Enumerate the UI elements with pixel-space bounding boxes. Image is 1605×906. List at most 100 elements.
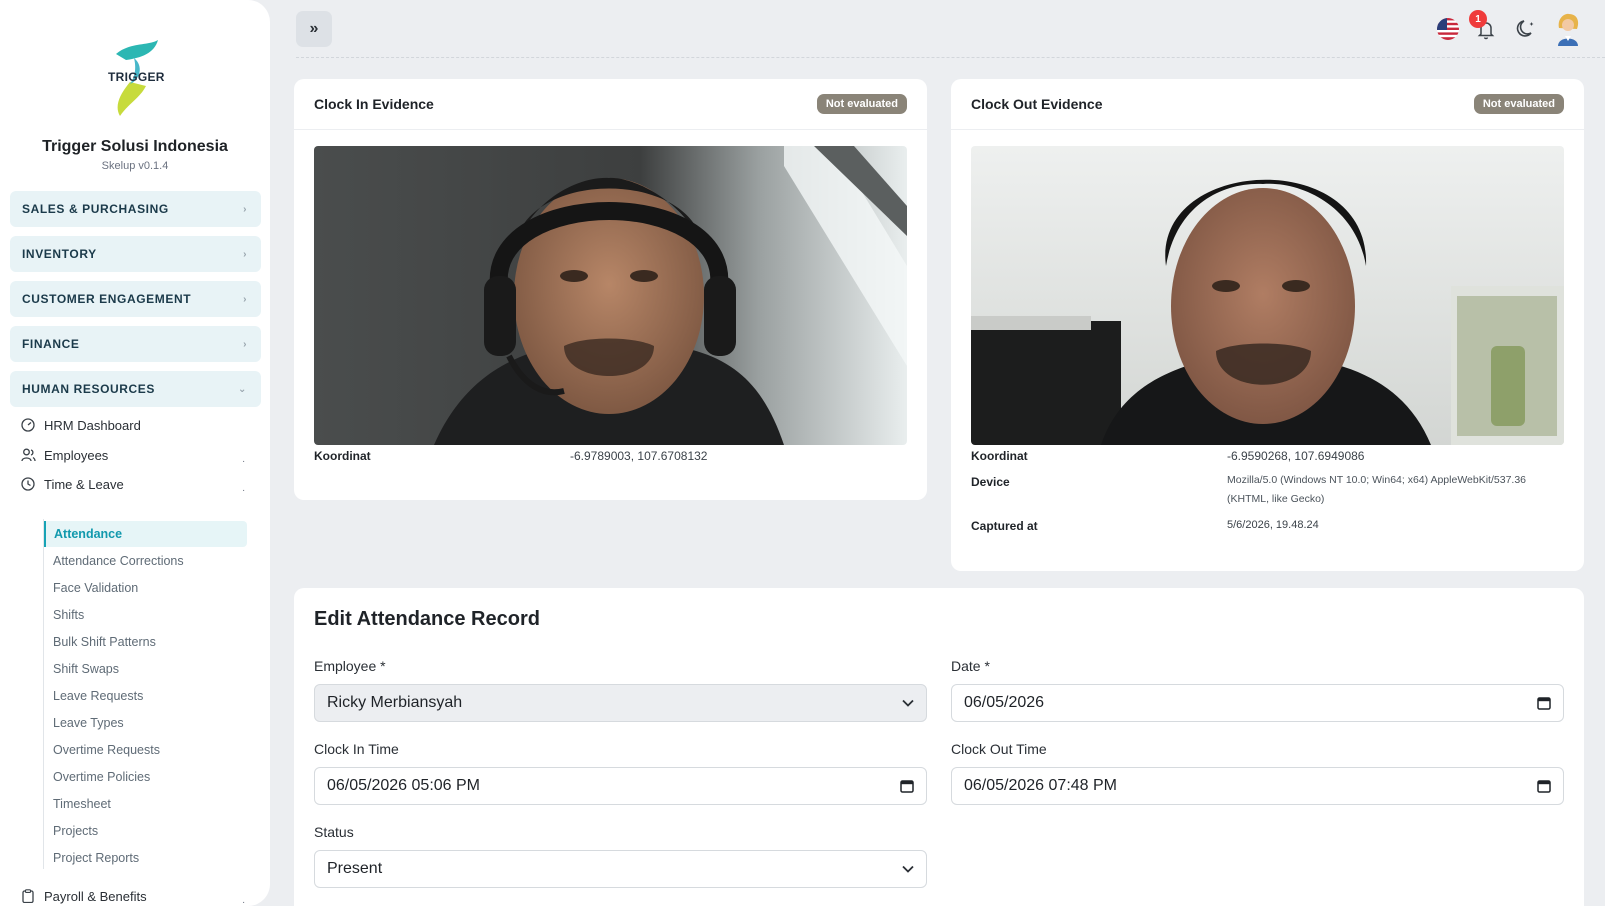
notifications-button[interactable]: 1 <box>1469 10 1499 42</box>
clock-in-evidence-card: Clock In Evidence Not evaluated Koordina… <box>294 79 927 500</box>
chevron-right-icon: › <box>243 293 247 305</box>
calendar-icon[interactable] <box>1537 696 1551 710</box>
sidebar-subitem-overtime-requests[interactable]: Overtime Requests <box>53 740 160 760</box>
card-header: Clock In Evidence Not evaluated <box>294 79 927 130</box>
sidebar-subitem-attendance[interactable]: Attendance <box>44 521 247 547</box>
clock-out-time-value: 06/05/2026 07:48 PM <box>964 777 1118 794</box>
expand-indicator-icon: . <box>242 454 245 465</box>
sidebar: TRIGGER Trigger Solusi Indonesia Skelup … <box>0 0 270 906</box>
coordinate-label: Koordinat <box>971 449 1028 463</box>
header-actions: 1 <box>1437 10 1583 46</box>
status-selected-value: Present <box>327 860 383 877</box>
app-version: Skelup v0.1.4 <box>101 160 169 172</box>
clock-out-photo[interactable] <box>971 146 1564 445</box>
device-value: Mozilla/5.0 (Windows NT 10.0; Win64; x64… <box>1227 474 1527 505</box>
clock-out-evidence-card: Clock Out Evidence Not evaluated Koordin… <box>951 79 1584 571</box>
chevron-down-icon: ⌄ <box>238 383 247 395</box>
expand-indicator-icon: . <box>242 483 245 494</box>
nav-section-human-resources[interactable]: HUMAN RESOURCES ⌄ <box>10 371 261 407</box>
sidebar-subitem-project-reports[interactable]: Project Reports <box>53 848 139 868</box>
clock-in-time-value: 06/05/2026 05:06 PM <box>327 777 481 794</box>
nav-section-finance[interactable]: FINANCE › <box>10 326 261 362</box>
moon-icon <box>1516 20 1534 37</box>
sidebar-item-label: HRM Dashboard <box>44 417 141 433</box>
edit-attendance-form-card: Edit Attendance Record Employee * Ricky … <box>294 588 1584 906</box>
date-input[interactable]: 06/05/2026 <box>951 684 1564 722</box>
date-value: 06/05/2026 <box>964 694 1045 711</box>
users-icon <box>20 447 36 463</box>
status-badge: Not evaluated <box>1473 94 1564 114</box>
clock-in-time-input[interactable]: 06/05/2026 05:06 PM <box>314 767 927 805</box>
clipboard-icon <box>20 888 36 904</box>
company-name: Trigger Solusi Indonesia <box>42 138 228 155</box>
nav-section-label: CUSTOMER ENGAGEMENT <box>22 292 192 306</box>
chevron-right-icon: › <box>243 248 247 260</box>
clock-in-photo[interactable] <box>314 146 907 445</box>
sidebar-subitem-shift-swaps[interactable]: Shift Swaps <box>53 659 119 679</box>
calendar-icon[interactable] <box>1537 779 1551 793</box>
sidebar-item-label: Time & Leave <box>44 476 124 492</box>
card-title: Clock In Evidence <box>314 96 434 112</box>
sidebar-subitem-leave-requests[interactable]: Leave Requests <box>53 686 143 706</box>
sidebar-subitem-timesheet[interactable]: Timesheet <box>53 794 111 814</box>
clock-out-time-input[interactable]: 06/05/2026 07:48 PM <box>951 767 1564 805</box>
sidebar-item-time-leave[interactable]: Time & Leave . <box>20 473 245 495</box>
submenu-rail <box>43 519 44 869</box>
sidebar-item-payroll-benefits[interactable]: Payroll & Benefits . <box>20 885 245 906</box>
expand-sidebar-button[interactable]: » <box>296 11 332 47</box>
sidebar-subitem-overtime-policies[interactable]: Overtime Policies <box>53 767 150 787</box>
notification-count-badge: 1 <box>1469 10 1487 28</box>
captured-at-value: 5/6/2026, 19.48.24 <box>1227 519 1319 531</box>
employee-select[interactable]: Ricky Merbiansyah <box>314 684 927 722</box>
coordinate-value: -6.9590268, 107.6949086 <box>1227 449 1365 463</box>
nav-section-label: INVENTORY <box>22 247 97 261</box>
sidebar-item-hrm-dashboard[interactable]: HRM Dashboard <box>20 414 245 436</box>
employee-selected-value: Ricky Merbiansyah <box>327 694 463 711</box>
nav-section-inventory[interactable]: INVENTORY › <box>10 236 261 272</box>
chevron-right-icon: › <box>243 338 247 350</box>
coordinate-value: -6.9789003, 107.6708132 <box>570 449 708 463</box>
header-divider <box>296 57 1605 58</box>
coordinate-label: Koordinat <box>314 449 371 463</box>
sidebar-item-employees[interactable]: Employees . <box>20 444 245 466</box>
sidebar-item-label: Employees <box>44 447 109 463</box>
sidebar-subitem-leave-types[interactable]: Leave Types <box>53 713 124 733</box>
chevron-down-icon <box>902 699 914 707</box>
status-label: Status <box>314 824 354 840</box>
theme-toggle-button[interactable] <box>1513 16 1539 42</box>
sidebar-subitem-shifts[interactable]: Shifts <box>53 605 84 625</box>
chevron-down-icon <box>902 865 914 873</box>
gauge-icon <box>20 417 36 433</box>
nav-section-customer-engagement[interactable]: CUSTOMER ENGAGEMENT › <box>10 281 261 317</box>
sidebar-item-label: Payroll & Benefits <box>44 888 147 904</box>
nav-section-label: FINANCE <box>22 337 80 351</box>
employee-label: Employee * <box>314 658 386 674</box>
calendar-icon[interactable] <box>900 779 914 793</box>
nav-section-label: SALES & PURCHASING <box>22 202 169 216</box>
status-select[interactable]: Present <box>314 850 927 888</box>
clock-in-time-label: Clock In Time <box>314 741 399 757</box>
sidebar-subitem-label: Attendance <box>54 527 123 541</box>
user-avatar[interactable] <box>1553 12 1583 46</box>
captured-at-label: Captured at <box>971 519 1038 533</box>
logo-text: TRIGGER <box>108 70 165 84</box>
sidebar-subitem-attendance-corrections[interactable]: Attendance Corrections <box>53 551 184 571</box>
nav-section-label: HUMAN RESOURCES <box>22 382 156 396</box>
chevron-right-icon: › <box>243 203 247 215</box>
clock-icon <box>20 476 36 492</box>
double-chevron-right-icon: » <box>309 20 319 37</box>
language-flag-us-icon[interactable] <box>1437 18 1459 40</box>
expand-indicator-icon: . <box>242 895 245 906</box>
sidebar-subitem-bulk-shift-patterns[interactable]: Bulk Shift Patterns <box>53 632 156 652</box>
clock-out-time-label: Clock Out Time <box>951 741 1047 757</box>
card-header: Clock Out Evidence Not evaluated <box>951 79 1584 130</box>
form-title: Edit Attendance Record <box>314 608 540 630</box>
trigger-logo[interactable]: TRIGGER <box>100 36 172 120</box>
device-label: Device <box>971 475 1010 489</box>
status-badge: Not evaluated <box>816 94 907 114</box>
card-title: Clock Out Evidence <box>971 96 1103 112</box>
date-label: Date * <box>951 658 990 674</box>
sidebar-subitem-face-validation[interactable]: Face Validation <box>53 578 138 598</box>
sidebar-subitem-projects[interactable]: Projects <box>53 821 98 841</box>
nav-section-sales-purchasing[interactable]: SALES & PURCHASING › <box>10 191 261 227</box>
